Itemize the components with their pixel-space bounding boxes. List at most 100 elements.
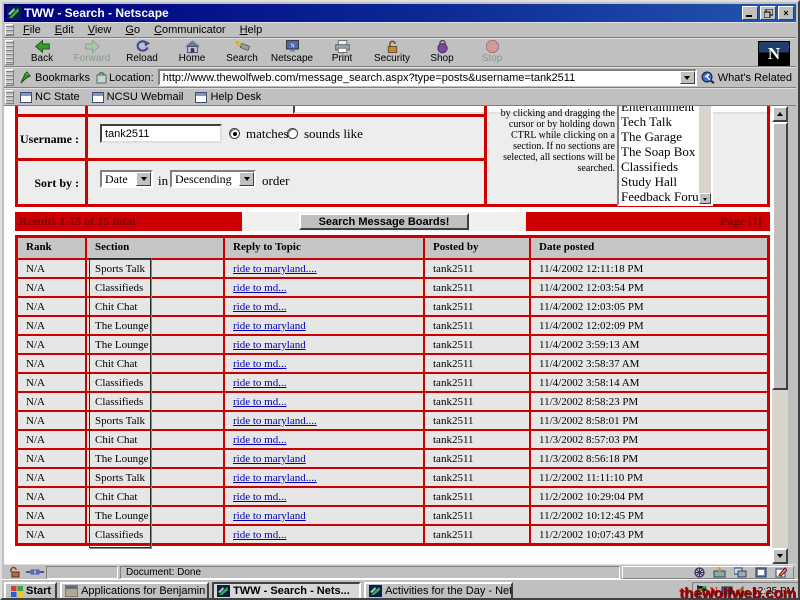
reload-icon <box>134 39 151 54</box>
rank-cell: N/A <box>18 355 85 372</box>
bookmark-page-icon <box>92 92 104 103</box>
section-cell: Sports Talk <box>85 469 223 486</box>
reload-button[interactable]: Reload <box>117 39 167 66</box>
page-content: Username : matches sounds like Sort by :… <box>4 106 772 564</box>
rank-cell: N/A <box>18 488 85 505</box>
navigator-wheel-icon[interactable] <box>694 567 705 578</box>
topic-link[interactable]: ride to maryland <box>233 453 306 465</box>
scrollbar-thumb[interactable] <box>772 122 788 390</box>
menubar-grab-handle[interactable] <box>5 24 14 36</box>
netscape-icon <box>7 6 21 20</box>
section-cell: Chit Chat <box>85 431 223 448</box>
username-input[interactable] <box>100 124 222 143</box>
topic-cell: ride to md... <box>223 431 423 448</box>
menu-item[interactable]: Communicator <box>148 23 234 37</box>
location-icon[interactable] <box>96 72 107 84</box>
netscape-logo[interactable]: N <box>758 41 790 66</box>
menu-item[interactable]: View <box>82 23 120 37</box>
topic-link[interactable]: ride to md... <box>233 491 286 503</box>
menu-item[interactable]: Go <box>119 23 148 37</box>
posted-by-cell: tank2511 <box>423 450 529 467</box>
topic-cell: ride to maryland.... <box>223 469 423 486</box>
monitor-icon: N <box>284 39 301 54</box>
topic-link[interactable]: ride to md... <box>233 301 286 313</box>
shopping-bag-icon <box>434 39 451 54</box>
section-option[interactable]: The Garage <box>621 129 698 144</box>
taskbar-task-tww-search[interactable]: TWW - Search - Nets... <box>212 582 361 600</box>
topic-cell: ride to md... <box>223 526 423 543</box>
menu-item[interactable]: Edit <box>49 23 82 37</box>
toolbar-grab-handle[interactable] <box>5 40 14 65</box>
taskbar-task-activities[interactable]: Activities for the Day - Net... <box>364 582 513 600</box>
search-button[interactable]: Search <box>217 39 267 66</box>
composer-icon[interactable] <box>775 567 787 578</box>
shop-button[interactable]: Shop <box>417 39 467 66</box>
netscape-home-button[interactable]: N Netscape <box>267 39 317 66</box>
home-button[interactable]: Home <box>167 39 217 66</box>
section-option[interactable]: Feedback Forum <box>621 189 698 204</box>
security-padlock-icon[interactable] <box>6 566 24 579</box>
locbar-grab-handle[interactable] <box>5 69 14 86</box>
persbar-grab-handle[interactable] <box>5 90 14 104</box>
bookmarks-button[interactable]: Bookmarks <box>17 70 96 85</box>
scroll-up-button[interactable] <box>772 106 788 122</box>
topic-link[interactable]: ride to md... <box>233 377 286 389</box>
url-input[interactable] <box>160 71 680 84</box>
topic-link[interactable]: ride to maryland <box>233 339 306 351</box>
personal-bookmark-item[interactable]: Help Desk <box>192 91 270 103</box>
section-cell: Classifieds <box>85 374 223 391</box>
in-label: in <box>158 173 168 189</box>
restore-button[interactable] <box>760 6 776 20</box>
listbox-scrollbar[interactable] <box>699 106 711 204</box>
sort-field-select[interactable]: Date <box>100 170 153 188</box>
address-book-icon[interactable] <box>755 567 767 578</box>
sections-listbox[interactable]: EntertainmentTech TalkThe GarageThe Soap… <box>617 106 713 206</box>
listbox-scroll-down-arrow[interactable] <box>699 193 711 204</box>
taskbar-task-applications[interactable]: Applications for Benjamin ... <box>60 582 209 600</box>
url-dropdown-button[interactable] <box>680 71 695 84</box>
whats-related-button[interactable]: What's Related <box>697 71 796 84</box>
section-option[interactable]: The Soap Box <box>621 144 698 159</box>
scroll-down-button[interactable] <box>772 548 788 564</box>
close-button[interactable]: × <box>778 6 794 20</box>
topic-link[interactable]: ride to md... <box>233 529 286 541</box>
header-rank: Rank <box>18 238 85 258</box>
personal-bookmark-item[interactable]: NC State <box>17 91 89 103</box>
topic-link[interactable]: ride to md... <box>233 358 286 370</box>
inbox-icon[interactable] <box>713 567 726 578</box>
minimize-button[interactable] <box>742 6 758 20</box>
topic-link[interactable]: ride to md... <box>233 282 286 294</box>
start-button[interactable]: Start <box>4 582 57 600</box>
vertical-scrollbar[interactable] <box>772 106 788 564</box>
topic-link[interactable]: ride to md... <box>233 434 286 446</box>
table-row: N/A Classifieds ride to md... tank2511 1… <box>18 391 767 410</box>
back-button[interactable]: Back <box>17 39 67 66</box>
topic-link[interactable]: ride to md... <box>233 396 286 408</box>
flashlight-icon <box>234 39 251 54</box>
personal-bookmark-item[interactable]: NCSU Webmail <box>89 91 193 103</box>
section-option[interactable]: Tech Talk <box>621 114 698 129</box>
date-posted-cell: 11/3/2002 8:57:03 PM <box>529 431 767 448</box>
topic-link[interactable]: ride to maryland <box>233 320 306 332</box>
discussions-icon[interactable] <box>734 567 747 578</box>
date-posted-cell: 11/2/2002 11:11:10 PM <box>529 469 767 486</box>
topic-link[interactable]: ride to maryland.... <box>233 263 317 275</box>
topic-link[interactable]: ride to maryland.... <box>233 415 317 427</box>
section-cell: The Lounge <box>85 507 223 524</box>
print-button[interactable]: Print <box>317 39 367 66</box>
menu-item[interactable]: File <box>17 23 49 37</box>
sounds-like-radio[interactable] <box>287 128 298 139</box>
security-button[interactable]: Security <box>367 39 417 66</box>
section-option[interactable]: Entertainment <box>621 106 698 114</box>
date-posted-cell: 11/4/2002 12:02:09 PM <box>529 317 767 334</box>
forward-button: Forward <box>67 39 117 66</box>
network-plug-icon[interactable] <box>26 566 44 579</box>
sort-direction-select[interactable]: Descending <box>170 170 256 188</box>
matches-radio[interactable] <box>229 128 240 139</box>
section-option[interactable]: Classifieds <box>621 159 698 174</box>
search-message-boards-button[interactable]: Search Message Boards! <box>299 213 469 230</box>
section-option[interactable]: Study Hall <box>621 174 698 189</box>
menu-item[interactable]: Help <box>234 23 271 37</box>
topic-link[interactable]: ride to maryland.... <box>233 472 317 484</box>
topic-link[interactable]: ride to maryland <box>233 510 306 522</box>
